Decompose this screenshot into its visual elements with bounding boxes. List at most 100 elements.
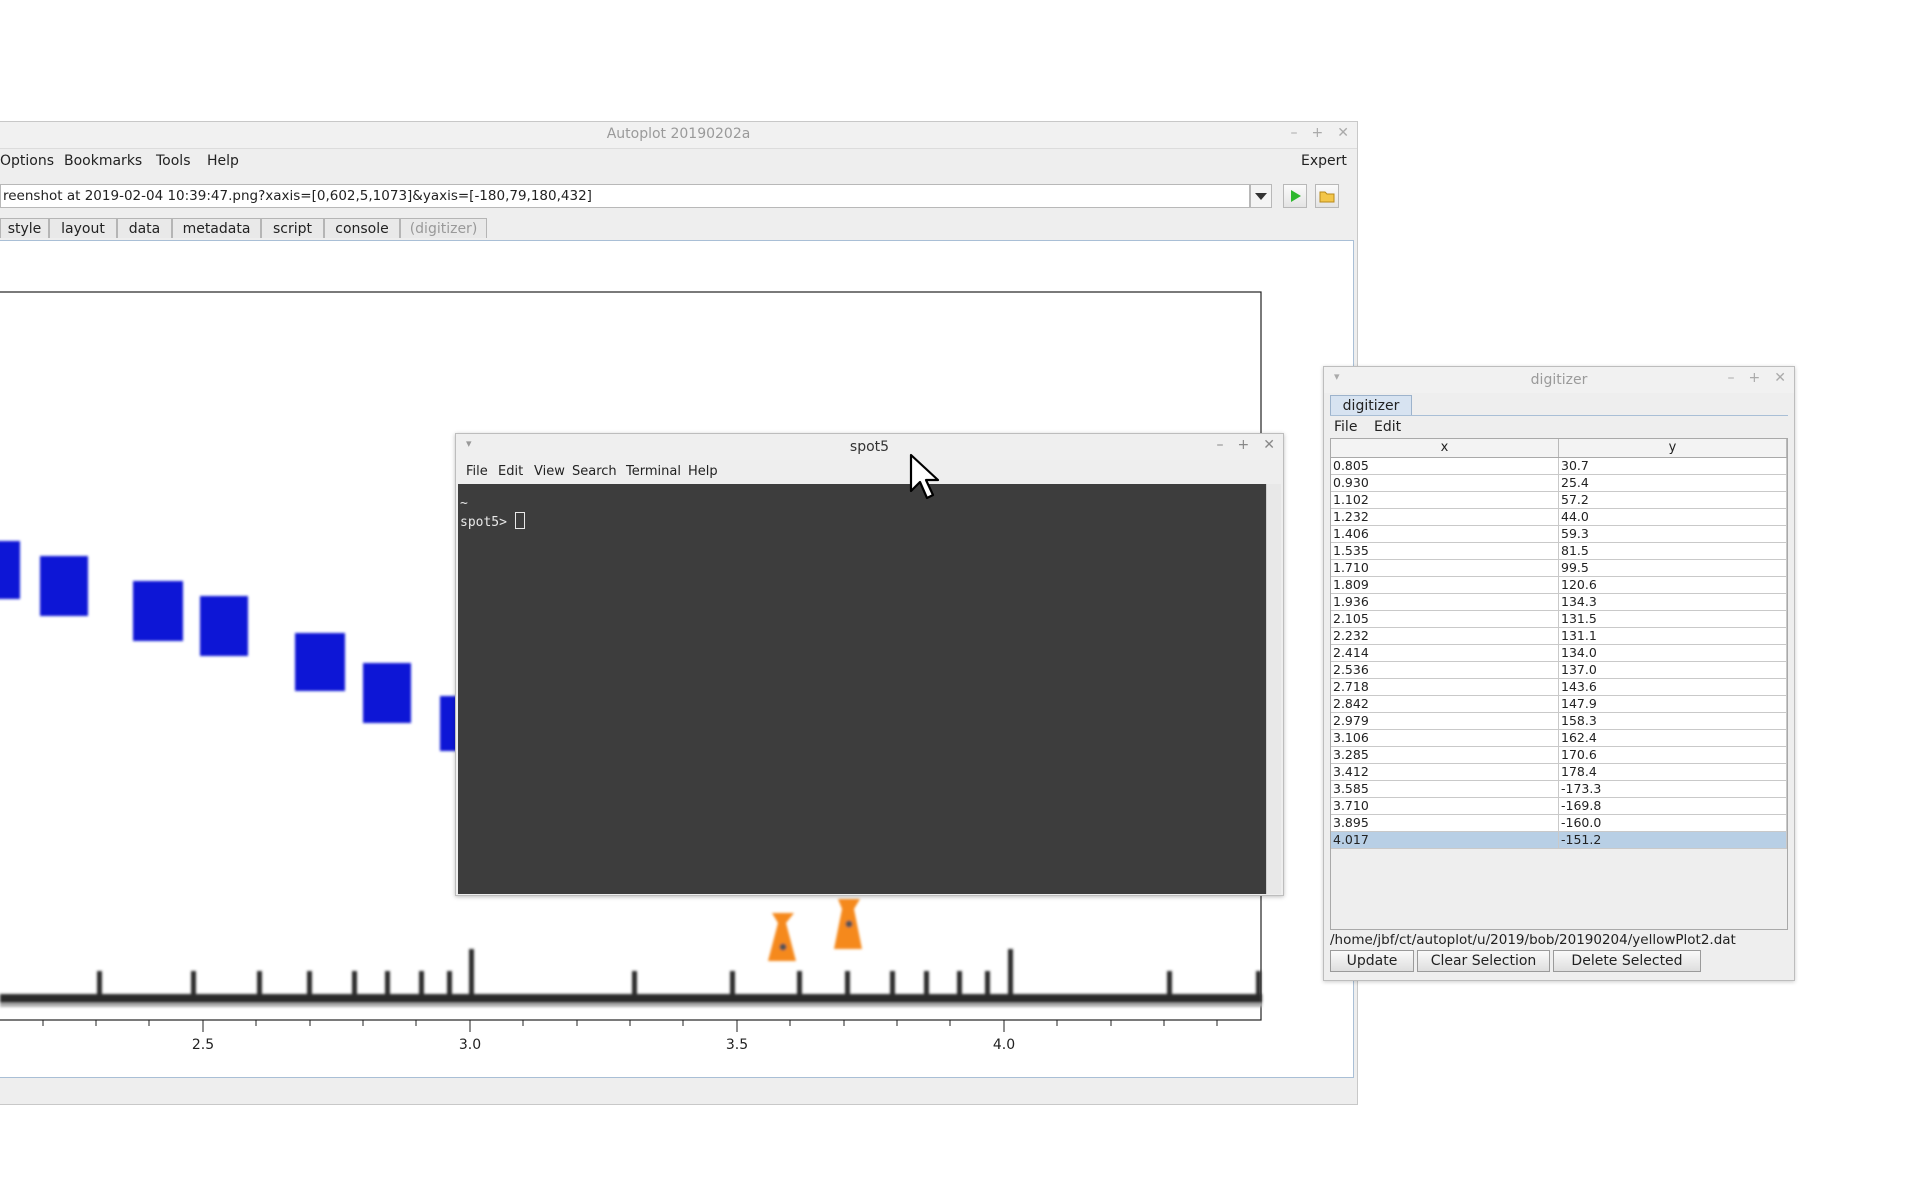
tab-style[interactable]: style: [0, 218, 49, 238]
menu-file[interactable]: File: [1334, 419, 1357, 435]
table-row[interactable]: 3.585 -173.3: [1331, 781, 1787, 798]
cell-x[interactable]: 4.017: [1331, 832, 1559, 848]
cell-y[interactable]: 134.0: [1559, 645, 1787, 661]
cell-y[interactable]: 25.4: [1559, 475, 1787, 491]
table-row[interactable]: 2.232 131.1: [1331, 628, 1787, 645]
cell-x[interactable]: 3.412: [1331, 764, 1559, 780]
menu-tools[interactable]: Tools: [156, 153, 191, 169]
cell-x[interactable]: 0.930: [1331, 475, 1559, 491]
delete-selected-button[interactable]: Delete Selected: [1553, 950, 1701, 972]
uri-history-dropdown[interactable]: [1250, 184, 1272, 208]
maximize-icon[interactable]: +: [1749, 370, 1761, 386]
cell-y[interactable]: 137.0: [1559, 662, 1787, 678]
menu-expert[interactable]: Expert: [1301, 153, 1347, 169]
table-row[interactable]: 3.106 162.4: [1331, 730, 1787, 747]
cell-y[interactable]: 120.6: [1559, 577, 1787, 593]
table-row[interactable]: 2.105 131.5: [1331, 611, 1787, 628]
cell-x[interactable]: 3.106: [1331, 730, 1559, 746]
table-row[interactable]: 2.842 147.9: [1331, 696, 1787, 713]
table-row[interactable]: 0.805 30.7: [1331, 458, 1787, 475]
menu-edit[interactable]: Edit: [1374, 419, 1401, 435]
maximize-icon[interactable]: +: [1238, 437, 1250, 453]
cell-y[interactable]: 99.5: [1559, 560, 1787, 576]
cell-y[interactable]: 131.5: [1559, 611, 1787, 627]
table-row[interactable]: 1.809 120.6: [1331, 577, 1787, 594]
table-row[interactable]: 3.895 -160.0: [1331, 815, 1787, 832]
cell-y[interactable]: 81.5: [1559, 543, 1787, 559]
minimize-icon[interactable]: –: [1217, 437, 1224, 453]
cell-y[interactable]: 57.2: [1559, 492, 1787, 508]
table-row[interactable]: 1.710 99.5: [1331, 560, 1787, 577]
cell-x[interactable]: 2.232: [1331, 628, 1559, 644]
tab-console[interactable]: console: [324, 218, 400, 238]
cell-y[interactable]: 30.7: [1559, 458, 1787, 474]
table-row[interactable]: 1.535 81.5: [1331, 543, 1787, 560]
cell-y[interactable]: -173.3: [1559, 781, 1787, 797]
clear-selection-button[interactable]: Clear Selection: [1417, 950, 1550, 972]
cell-y[interactable]: 158.3: [1559, 713, 1787, 729]
cell-x[interactable]: 3.285: [1331, 747, 1559, 763]
cell-x[interactable]: 1.710: [1331, 560, 1559, 576]
cell-x[interactable]: 1.809: [1331, 577, 1559, 593]
close-icon[interactable]: ✕: [1337, 125, 1349, 141]
menu-bookmarks[interactable]: Bookmarks: [64, 153, 142, 169]
cell-y[interactable]: 131.1: [1559, 628, 1787, 644]
plot-go-button[interactable]: [1283, 184, 1307, 208]
cell-y[interactable]: 178.4: [1559, 764, 1787, 780]
tab-metadata[interactable]: metadata: [172, 218, 261, 238]
table-row[interactable]: 1.936 134.3: [1331, 594, 1787, 611]
menu-file[interactable]: File: [466, 464, 488, 479]
cell-x[interactable]: 2.979: [1331, 713, 1559, 729]
table-row[interactable]: 1.102 57.2: [1331, 492, 1787, 509]
minimize-icon[interactable]: –: [1291, 125, 1298, 141]
menu-search[interactable]: Search: [572, 464, 617, 479]
terminal-titlebar[interactable]: ▾ spot5 – + ✕: [456, 434, 1283, 460]
table-row[interactable]: 4.017 -151.2: [1331, 832, 1787, 849]
points-table[interactable]: x y 0.805 30.7 0.930 25.4 1.102 57.2 1.232 44.0…: [1330, 438, 1788, 930]
cell-y[interactable]: 143.6: [1559, 679, 1787, 695]
cell-y[interactable]: -160.0: [1559, 815, 1787, 831]
cell-x[interactable]: 1.102: [1331, 492, 1559, 508]
tab-data[interactable]: data: [117, 218, 172, 238]
cell-x[interactable]: 2.105: [1331, 611, 1559, 627]
menu-help[interactable]: Help: [207, 153, 239, 169]
cell-x[interactable]: 0.805: [1331, 458, 1559, 474]
cell-y[interactable]: 170.6: [1559, 747, 1787, 763]
menu-terminal[interactable]: Terminal: [626, 464, 681, 479]
cell-y[interactable]: -151.2: [1559, 832, 1787, 848]
close-icon[interactable]: ✕: [1774, 370, 1786, 386]
menu-options[interactable]: Options: [0, 153, 54, 169]
table-row[interactable]: 2.536 137.0: [1331, 662, 1787, 679]
table-row[interactable]: 2.414 134.0: [1331, 645, 1787, 662]
cell-x[interactable]: 1.936: [1331, 594, 1559, 610]
table-row[interactable]: 3.285 170.6: [1331, 747, 1787, 764]
cell-x[interactable]: 1.535: [1331, 543, 1559, 559]
menu-edit[interactable]: Edit: [498, 464, 523, 479]
cell-y[interactable]: 44.0: [1559, 509, 1787, 525]
close-icon[interactable]: ✕: [1263, 437, 1275, 453]
tab-digitizer[interactable]: (digitizer): [400, 218, 487, 238]
cell-x[interactable]: 2.842: [1331, 696, 1559, 712]
cell-x[interactable]: 1.406: [1331, 526, 1559, 542]
cell-x[interactable]: 2.718: [1331, 679, 1559, 695]
table-row[interactable]: 2.979 158.3: [1331, 713, 1787, 730]
menu-help[interactable]: Help: [688, 464, 718, 479]
tab-layout[interactable]: layout: [49, 218, 117, 238]
tab-script[interactable]: script: [261, 218, 324, 238]
tab-digitizer[interactable]: digitizer: [1330, 395, 1412, 415]
cell-x[interactable]: 3.585: [1331, 781, 1559, 797]
cell-x[interactable]: 2.536: [1331, 662, 1559, 678]
cell-y[interactable]: 147.9: [1559, 696, 1787, 712]
browse-button[interactable]: [1315, 184, 1339, 208]
menu-view[interactable]: View: [534, 464, 565, 479]
uri-input[interactable]: reenshot at 2019-02-04 10:39:47.png?xaxi…: [0, 184, 1250, 208]
cell-y[interactable]: 59.3: [1559, 526, 1787, 542]
minimize-icon[interactable]: –: [1728, 370, 1735, 386]
autoplot-titlebar[interactable]: Autoplot 20190202a – + ✕: [0, 122, 1357, 149]
cell-x[interactable]: 2.414: [1331, 645, 1559, 661]
maximize-icon[interactable]: +: [1312, 125, 1324, 141]
table-row[interactable]: 3.412 178.4: [1331, 764, 1787, 781]
digitizer-titlebar[interactable]: ▾ digitizer – + ✕: [1324, 367, 1794, 393]
terminal-output[interactable]: ~ spot5>: [458, 484, 1266, 894]
cell-y[interactable]: -169.8: [1559, 798, 1787, 814]
